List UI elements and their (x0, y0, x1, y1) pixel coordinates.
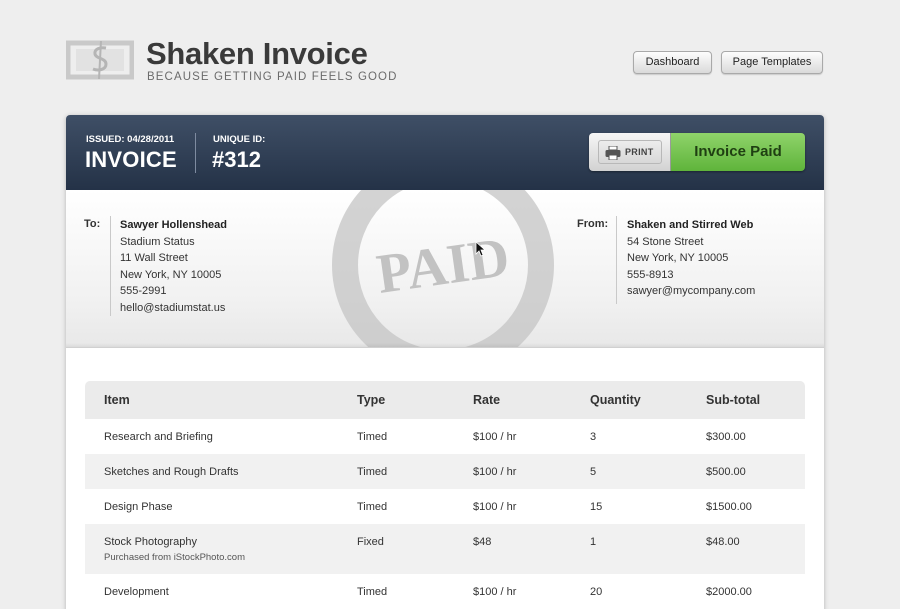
dashboard-button[interactable]: Dashboard (633, 51, 712, 74)
table-row: Research and Briefing Timed $100 / hr 3 … (85, 419, 805, 454)
sender-street: 54 Stone Street (627, 235, 704, 248)
item-quantity: 3 (590, 431, 597, 443)
sender-address: Shaken and Stirred Web 54 Stone Street N… (627, 217, 755, 300)
printer-icon (605, 146, 621, 160)
sender-phone: 555-8913 (627, 268, 674, 281)
item-subtotal: $500.00 (687, 454, 805, 489)
item-quantity: 15 (590, 501, 603, 513)
recipient-name: Sawyer Hollenshead (120, 219, 227, 231)
paid-stamp: PAID (332, 190, 554, 347)
item-name: Stock Photography (104, 536, 197, 548)
print-button[interactable]: PRINT (598, 140, 662, 164)
item-quantity: 5 (571, 454, 687, 489)
sender-city: New York, NY 10005 (627, 252, 729, 265)
address-section: PAID To: Sawyer Hollenshead Stadium Stat… (66, 190, 824, 348)
item-type: Timed (357, 586, 388, 598)
page-templates-button[interactable]: Page Templates (721, 51, 823, 74)
sender-email: sawyer@mycompany.com (627, 285, 756, 298)
item-rate: $100 / hr (473, 586, 517, 598)
column-header-quantity: Quantity (571, 381, 687, 419)
items-section: Item Type Rate Quantity Sub-total Resear… (66, 349, 824, 609)
item-name-cell: Stock Photography Purchased from iStockP… (85, 524, 338, 574)
stamp-text: PAID (373, 226, 513, 306)
recipient-street: 11 Wall Street (120, 252, 188, 265)
unique-id-label: UNIQUE ID: (213, 134, 266, 145)
invoice-header: ISSUED: 04/28/2011 INVOICE UNIQUE ID: #3… (66, 115, 824, 190)
item-subtotal: $1500.00 (706, 501, 752, 513)
items-table: Item Type Rate Quantity Sub-total Resear… (85, 381, 805, 609)
from-label: From: (577, 218, 609, 230)
item-name: Research and Briefing (104, 431, 213, 443)
print-label: PRINT (625, 147, 654, 157)
issued-date: ISSUED: 04/28/2011 (86, 134, 175, 145)
dollar-sign-icon (66, 40, 134, 80)
recipient-address: Sawyer Hollenshead Stadium Status 11 Wal… (120, 217, 227, 317)
app-tagline: BECAUSE GETTING PAID FEELS GOOD (147, 71, 398, 83)
item-quantity: 1 (571, 524, 687, 574)
to-divider (110, 216, 111, 316)
invoice-paid-button[interactable]: Invoice Paid (671, 133, 805, 171)
recipient-phone: 555-2991 (120, 285, 167, 298)
recipient-company: Stadium Status (120, 235, 195, 248)
item-subtotal: $2000.00 (706, 586, 752, 598)
recipient-email: hello@stadiumstat.us (120, 301, 226, 314)
item-rate: $100 / hr (473, 431, 517, 443)
invoice-card: ISSUED: 04/28/2011 INVOICE UNIQUE ID: #3… (66, 115, 824, 609)
table-row: Stock Photography Purchased from iStockP… (85, 524, 805, 574)
recipient-city: New York, NY 10005 (120, 268, 222, 281)
column-header-rate: Rate (454, 381, 571, 419)
from-divider (616, 216, 617, 304)
app-title: Shaken Invoice (146, 36, 368, 71)
print-button-area: PRINT (589, 133, 671, 171)
item-type: Timed (338, 454, 454, 489)
item-name: Design Phase (104, 501, 173, 513)
column-header-subtotal: Sub-total (687, 381, 805, 419)
item-name: Sketches and Rough Drafts (85, 454, 338, 489)
item-type: Timed (357, 501, 388, 513)
column-header-item: Item (85, 381, 338, 419)
item-subtotal: $300.00 (706, 431, 746, 443)
sender-name: Shaken and Stirred Web (627, 219, 754, 231)
item-type: Timed (357, 431, 388, 443)
invoice-title: INVOICE (85, 147, 177, 172)
mouse-cursor-icon (475, 241, 485, 257)
invoice-actions: PRINT Invoice Paid (589, 133, 805, 171)
item-name: Development (104, 586, 169, 598)
app-logo[interactable]: Shaken Invoice BECAUSE GETTING PAID FEEL… (66, 36, 396, 86)
item-quantity: 20 (590, 586, 603, 598)
unique-id-value: #312 (212, 147, 261, 172)
to-label: To: (84, 218, 101, 230)
table-header-row: Item Type Rate Quantity Sub-total (85, 381, 805, 419)
table-row: Design Phase Timed $100 / hr 15 $1500.00 (85, 489, 805, 524)
table-row: Sketches and Rough Drafts Timed $100 / h… (85, 454, 805, 489)
column-header-type: Type (338, 381, 454, 419)
item-subtotal: $48.00 (687, 524, 805, 574)
item-rate: $100 / hr (473, 501, 517, 513)
table-row: Development Timed $100 / hr 20 $2000.00 (85, 574, 805, 609)
item-note: Purchased from iStockPhoto.com (104, 552, 245, 563)
item-rate: $100 / hr (454, 454, 571, 489)
item-type: Fixed (338, 524, 454, 574)
header-divider (195, 133, 196, 173)
item-rate: $48 (454, 524, 571, 574)
